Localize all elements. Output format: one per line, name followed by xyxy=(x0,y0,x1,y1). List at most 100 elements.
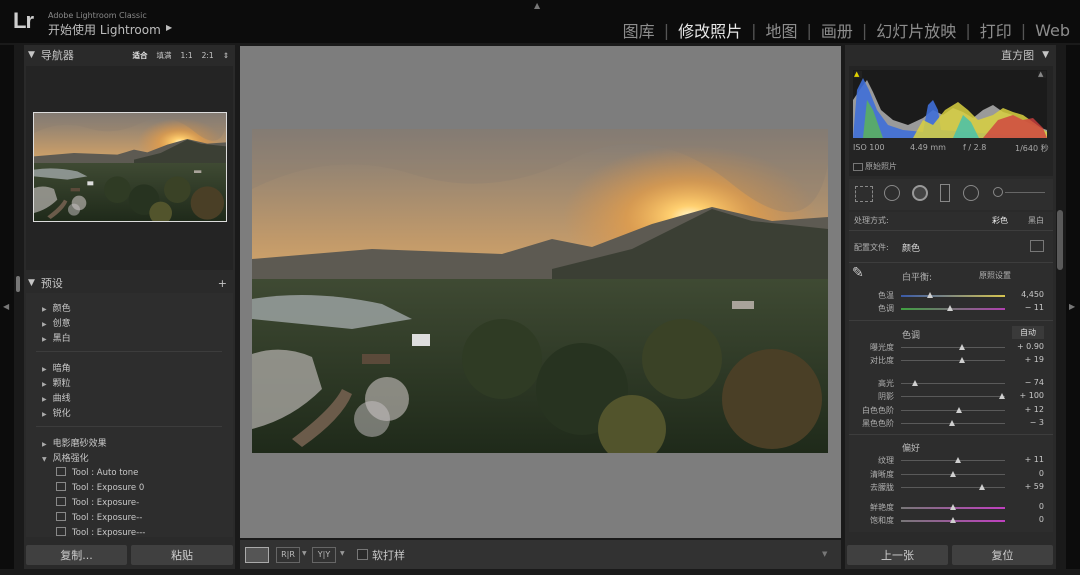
slider-value[interactable]: + 100 xyxy=(1004,391,1044,400)
treatment-bw-option[interactable]: 黑白 xyxy=(1028,215,1044,226)
white-balance-dropdown[interactable]: 原照设置 xyxy=(979,270,1011,281)
reset-button[interactable]: 复位 xyxy=(952,545,1053,565)
slider-thumb[interactable] xyxy=(950,517,956,523)
slider-thumb[interactable] xyxy=(959,357,966,363)
preset-group[interactable]: ▶ 电影磨砂效果 xyxy=(42,436,107,449)
zoom-fit[interactable]: 适合 xyxy=(133,50,148,61)
slider-track[interactable] xyxy=(901,396,1005,397)
slider-track[interactable] xyxy=(901,410,1005,411)
right-scrollbar[interactable] xyxy=(1057,210,1063,270)
preset-item[interactable]: Tool : Exposure-- xyxy=(56,512,142,523)
module-book[interactable]: 画册 xyxy=(812,18,862,42)
preset-group[interactable]: ▶ 锐化 xyxy=(42,406,71,419)
toolbar-menu-icon[interactable]: ▼ xyxy=(822,550,827,558)
profile-dropdown[interactable]: 颜色 xyxy=(902,241,920,254)
zoom-fill[interactable]: 填满 xyxy=(157,50,172,61)
slider-value[interactable]: − 11 xyxy=(1004,303,1044,312)
slider-value[interactable]: − 3 xyxy=(1004,418,1044,427)
highlight-clipping-icon[interactable]: ▲ xyxy=(1038,71,1046,78)
preset-item[interactable]: Tool : Exposure 0 xyxy=(56,482,144,493)
previous-button[interactable]: 上一张 xyxy=(847,545,948,565)
slider-thumb[interactable] xyxy=(950,504,956,510)
zoom-2-1[interactable]: 2:1 xyxy=(202,51,214,60)
brush-icon[interactable] xyxy=(993,187,1003,197)
preset-group-expanded[interactable]: ▼ 风格强化 xyxy=(42,451,89,464)
preset-group[interactable]: ▶ 暗角 xyxy=(42,361,71,374)
slider-value[interactable]: 4,450 xyxy=(1004,290,1044,299)
preset-group[interactable]: ▶ 黑白 xyxy=(42,331,71,344)
slider-value[interactable]: 0 xyxy=(1004,502,1044,511)
module-develop[interactable]: 修改照片 xyxy=(669,18,751,42)
before-after-icon[interactable]: R|R xyxy=(276,547,300,563)
navigator-header[interactable]: ▼ 导航器 适合 填满 1:1 2:1 ⇕ xyxy=(28,45,233,65)
module-slideshow[interactable]: 幻灯片放映 xyxy=(867,18,965,42)
slider-track[interactable] xyxy=(901,487,1005,488)
module-map[interactable]: 地图 xyxy=(756,18,806,42)
slider-track[interactable] xyxy=(901,347,1005,348)
slider-track[interactable] xyxy=(901,360,1005,361)
left-panel-toggle-icon[interactable]: ◀ xyxy=(3,302,9,311)
preset-group[interactable]: ▶ 颜色 xyxy=(42,301,71,314)
crop-tool-icon[interactable] xyxy=(855,186,873,202)
slider-value[interactable]: + 12 xyxy=(1004,405,1044,414)
slider-thumb[interactable] xyxy=(911,380,918,386)
slider-thumb[interactable] xyxy=(955,457,962,463)
preset-group[interactable]: ▶ 曲线 xyxy=(42,391,71,404)
zoom-menu-icon[interactable]: ⇕ xyxy=(223,51,229,60)
copy-button[interactable]: 复制... xyxy=(26,545,127,565)
brush-size-slider[interactable] xyxy=(1005,192,1045,193)
histogram-header[interactable]: 直方图 ▼ xyxy=(849,45,1053,65)
red-eye-icon[interactable] xyxy=(912,185,928,201)
preset-item[interactable]: Tool : Auto tone xyxy=(56,467,138,478)
dropdown-arrow-icon[interactable]: ▼ xyxy=(340,550,345,557)
preset-group[interactable]: ▶ 创意 xyxy=(42,316,71,329)
add-preset-icon[interactable]: + xyxy=(218,277,233,290)
preset-item[interactable]: Tool : Exposure- xyxy=(56,497,139,508)
top-panel-toggle-icon[interactable]: ▲ xyxy=(534,1,540,10)
loupe-view-icon[interactable] xyxy=(245,547,269,563)
module-web[interactable]: Web xyxy=(1026,21,1070,40)
shadow-clipping-icon[interactable]: ▲ xyxy=(854,71,862,78)
original-photo-checkbox[interactable] xyxy=(853,163,863,171)
spot-removal-icon[interactable] xyxy=(884,185,900,201)
slider-value[interactable]: 0 xyxy=(1004,515,1044,524)
module-print[interactable]: 打印 xyxy=(971,18,1021,42)
slider-thumb[interactable] xyxy=(956,407,963,413)
treatment-color-option[interactable]: 彩色 xyxy=(992,215,1008,226)
identity-arrow-icon[interactable]: ▶ xyxy=(166,23,172,32)
auto-tone-button[interactable]: 自动 xyxy=(1012,326,1044,339)
slider-thumb[interactable] xyxy=(979,484,986,490)
soft-proof-checkbox[interactable] xyxy=(357,549,368,560)
preset-item[interactable]: Tool : Exposure--- xyxy=(56,527,145,537)
left-scrollbar[interactable] xyxy=(16,276,20,292)
slider-value[interactable]: − 74 xyxy=(1004,378,1044,387)
graduated-filter-icon[interactable] xyxy=(940,184,950,202)
before-after-swap-icon[interactable]: Y|Y xyxy=(312,547,336,563)
slider-thumb[interactable] xyxy=(950,471,956,477)
slider-thumb[interactable] xyxy=(959,344,966,350)
slider-track[interactable] xyxy=(901,460,1005,461)
slider-value[interactable]: + 19 xyxy=(1004,355,1044,364)
slider-thumb[interactable] xyxy=(948,420,955,426)
zoom-1-1[interactable]: 1:1 xyxy=(181,51,193,60)
navigator-thumbnail[interactable] xyxy=(33,112,227,225)
slider-track[interactable] xyxy=(901,308,1005,310)
dropdown-arrow-icon[interactable]: ▼ xyxy=(302,550,307,557)
presets-header[interactable]: ▼ 预设 + xyxy=(28,273,233,293)
right-panel-toggle-icon[interactable]: ▶ xyxy=(1069,302,1075,311)
slider-thumb[interactable] xyxy=(946,305,953,311)
slider-value[interactable]: + 11 xyxy=(1004,455,1044,464)
slider-value[interactable]: + 0.90 xyxy=(1004,342,1044,351)
slider-track[interactable] xyxy=(901,295,1005,297)
radial-filter-icon[interactable] xyxy=(963,185,979,201)
slider-thumb[interactable] xyxy=(927,292,934,298)
preset-group[interactable]: ▶ 颗粒 xyxy=(42,376,71,389)
paste-button[interactable]: 粘贴 xyxy=(131,545,233,565)
slider-value[interactable]: + 59 xyxy=(1004,482,1044,491)
slider-value[interactable]: 0 xyxy=(1004,469,1044,478)
histogram-graph[interactable] xyxy=(853,70,1047,138)
main-photo[interactable] xyxy=(252,129,828,463)
module-library[interactable]: 图库 xyxy=(614,18,664,42)
identity-plate[interactable]: 开始使用 Lightroom xyxy=(48,21,161,38)
profile-browser-icon[interactable] xyxy=(1030,240,1044,252)
